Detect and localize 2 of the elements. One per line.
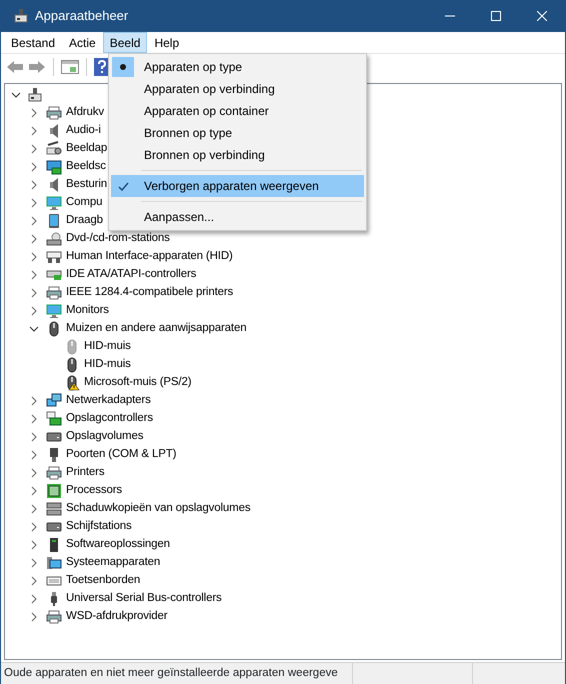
status-text: Oude apparaten en niet meer geïnstalleerde apparaten weergeve bbox=[1, 663, 353, 684]
window-title: Apparaatbeheer bbox=[35, 7, 128, 26]
